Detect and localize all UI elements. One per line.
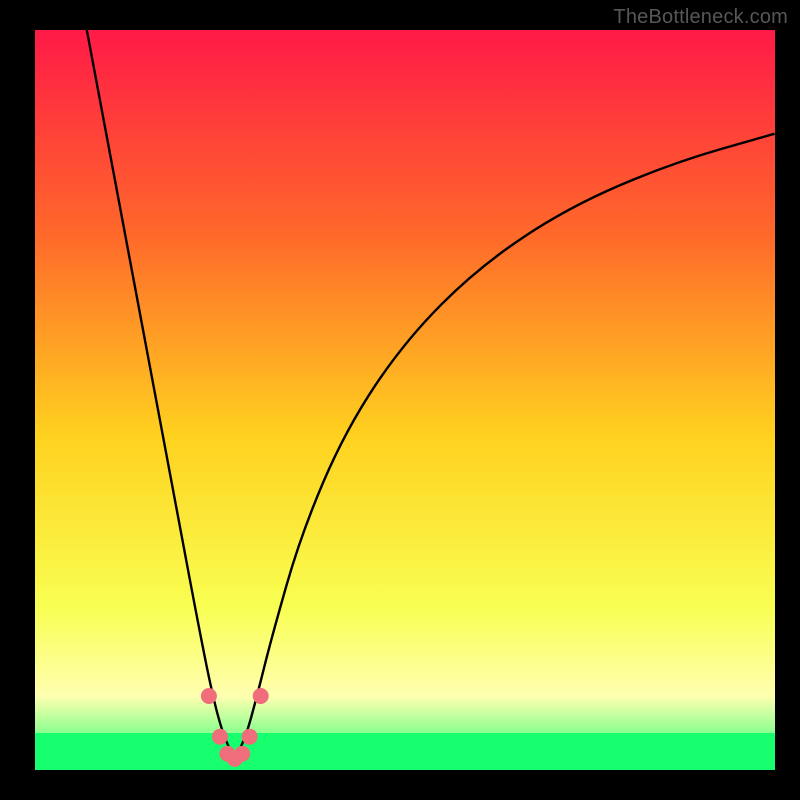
highlight-markers [35,30,775,770]
marker-point [213,729,228,744]
watermark-text: TheBottleneck.com [613,6,788,29]
plot-area [35,30,775,770]
marker-point [235,746,250,761]
marker-point [253,689,268,704]
marker-point [242,729,257,744]
marker-point [201,689,216,704]
chart-frame: TheBottleneck.com [0,0,800,800]
